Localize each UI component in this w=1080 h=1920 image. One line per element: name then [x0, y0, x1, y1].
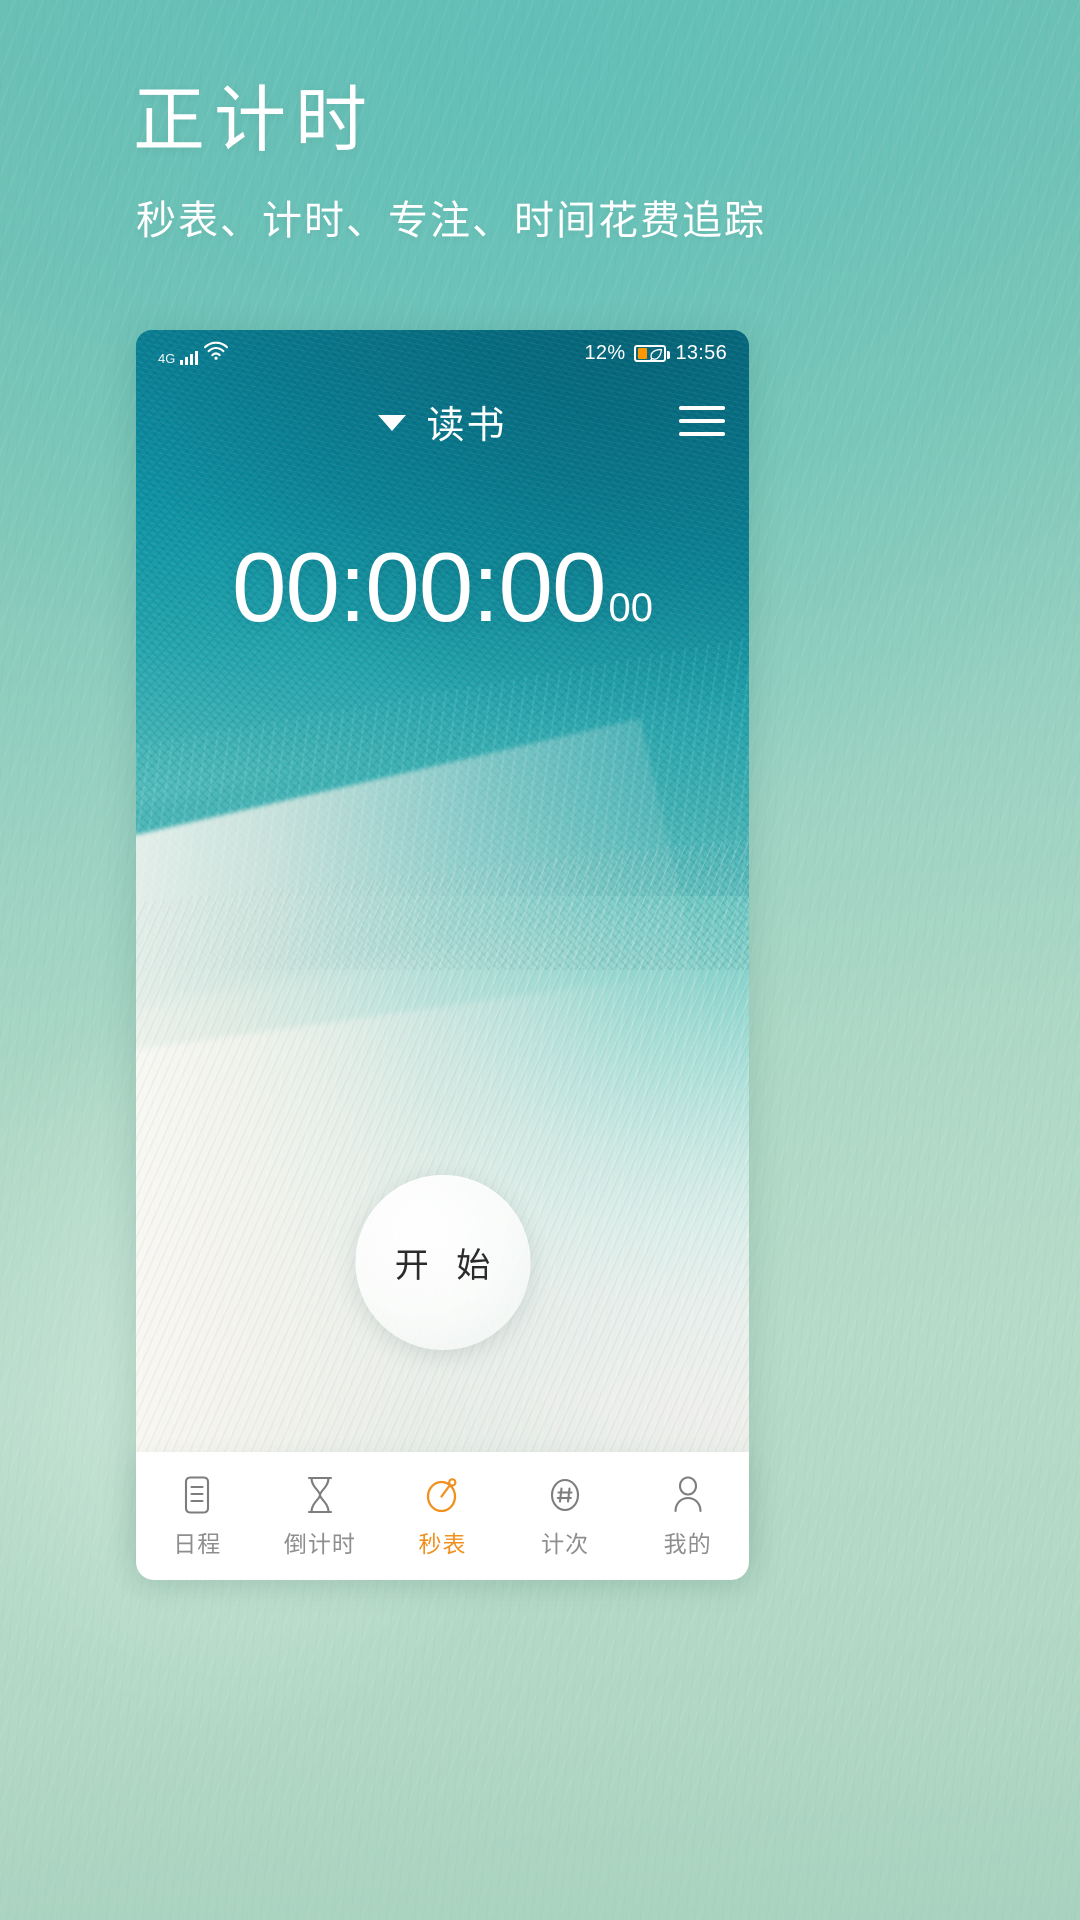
nav-label-schedule: 日程 [173, 1530, 222, 1557]
nav-item-countdown[interactable]: 倒计时 [259, 1452, 382, 1580]
nav-item-stopwatch[interactable]: 秒表 [381, 1452, 504, 1580]
schedule-list-icon [185, 1475, 210, 1514]
person-profile-icon [674, 1475, 702, 1512]
menu-line-3 [679, 432, 725, 436]
network-type-label: 4G [158, 351, 176, 366]
stopwatch-icon [427, 1477, 457, 1512]
wifi-icon [203, 341, 229, 365]
battery-fill [637, 347, 647, 359]
signal-bars-icon [180, 350, 199, 365]
promo-subtitle: 秒表、计时、专注、时间花费追踪 [136, 199, 766, 243]
chevron-down-icon [378, 415, 407, 431]
nav-label-counter: 计次 [541, 1530, 590, 1557]
menu-line-1 [679, 406, 725, 410]
start-button-label: 开 始 [394, 1247, 500, 1285]
battery-percent-label: 12% [584, 341, 626, 364]
hourglass-icon [307, 1476, 332, 1513]
app-header: 读书 [136, 390, 749, 452]
battery-icon [634, 344, 671, 362]
status-bar-clock: 13:56 [675, 341, 727, 364]
task-selector-dropdown[interactable]: 读书 [136, 390, 749, 452]
status-bar-left: 4G [158, 341, 229, 365]
nav-item-profile[interactable]: 我的 [626, 1452, 749, 1580]
promo-title: 正计时 [133, 81, 377, 161]
app-wallpaper [136, 330, 749, 1560]
stopwatch-display: 00:00:00 00 [136, 538, 749, 636]
phone-screenshot-frame: 4G 12% 13:56 读书 00:00:00 00 开 始 [136, 330, 749, 1560]
nav-label-profile: 我的 [663, 1530, 712, 1557]
task-name-label: 读书 [426, 404, 507, 447]
status-bar: 4G 12% 13:56 [136, 330, 749, 376]
timer-main-value: 00:00:00 [232, 532, 606, 642]
counter-hash-icon [551, 1478, 580, 1511]
nav-item-counter[interactable]: 计次 [504, 1452, 627, 1580]
bottom-navigation-bar: 日程 倒计时 秒表 计次 我的 [136, 1452, 749, 1580]
nav-label-stopwatch: 秒表 [418, 1530, 467, 1557]
start-button[interactable]: 开 始 [355, 1175, 530, 1350]
nav-label-countdown: 倒计时 [283, 1530, 356, 1557]
status-bar-right: 12% 13:56 [585, 342, 728, 365]
hamburger-menu-icon[interactable] [679, 402, 725, 440]
leaf-icon [650, 348, 663, 361]
timer-centiseconds-value: 00 [608, 586, 653, 630]
menu-line-2 [679, 419, 725, 423]
nav-item-schedule[interactable]: 日程 [136, 1452, 259, 1580]
